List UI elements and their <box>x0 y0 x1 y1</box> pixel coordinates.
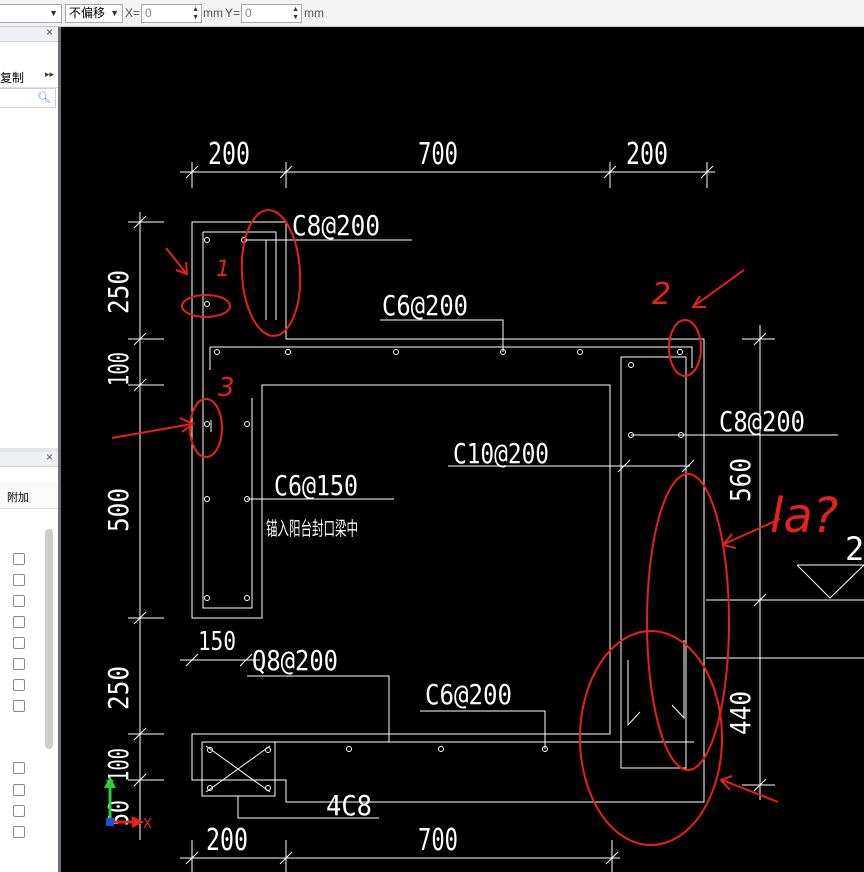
panel-header: × <box>0 25 58 42</box>
dim-bottom-700: 700 <box>418 823 458 858</box>
vertical-dimension-texts: 250 100 500 250 100 50 560 440 <box>102 270 757 826</box>
axis-y-label: Y <box>105 779 114 794</box>
label-anchor-note: 锚入阳台封口梁中 <box>266 518 358 540</box>
close-icon[interactable]: × <box>46 450 53 464</box>
panel-header-2: × <box>0 450 58 467</box>
checkbox[interactable] <box>13 679 25 691</box>
annotation-2: 2 <box>652 277 671 312</box>
toolbar: ▼ 不偏移 ▼ X= 0 ▲ ▼ mm Y= 0 ▲ ▼ mm <box>0 0 864 27</box>
checkbox[interactable] <box>13 700 25 712</box>
y-unit: mm <box>304 6 324 20</box>
label-4c8: 4C8 <box>326 789 372 822</box>
copy-tab[interactable]: 复制 <box>0 69 24 86</box>
dim-right-560: 560 <box>724 458 757 502</box>
label-c8-top: C8@200 <box>292 209 380 242</box>
chevron-down-icon: ▼ <box>110 8 119 18</box>
dim-left-100-lower: 100 <box>102 748 135 782</box>
label-c6-bottom: C6@200 <box>425 678 512 711</box>
search-input[interactable]: 🔍︎ <box>0 88 56 108</box>
x-value: 0 <box>145 6 152 20</box>
checkbox[interactable] <box>13 637 25 649</box>
table-header: 附加 <box>0 482 58 509</box>
offset-mode-dropdown[interactable]: 不偏移 ▼ <box>65 4 123 23</box>
dim-left-250: 250 <box>102 270 135 314</box>
left-panel: × 复制 ▸▸ 🔍︎ × 附加 <box>0 25 58 872</box>
x-input[interactable]: 0 ▲ ▼ <box>141 4 202 23</box>
label-c6-150: C6@150 <box>274 469 358 502</box>
spin-up-icon[interactable]: ▲ <box>192 6 199 13</box>
checkbox[interactable] <box>13 595 25 607</box>
dim-top-200-left: 200 <box>208 137 250 172</box>
axis-x-label: X <box>143 817 152 832</box>
type-dropdown[interactable]: ▼ <box>0 4 62 23</box>
dim-top-200-right: 200 <box>626 137 668 172</box>
scrollbar[interactable] <box>45 529 53 749</box>
annotation-la: la? <box>770 488 838 544</box>
spin-up-icon[interactable]: ▲ <box>292 6 299 13</box>
checkbox[interactable] <box>13 784 25 796</box>
column-header-additional: 附加 <box>7 492 29 504</box>
label-c8-right: C8@200 <box>719 405 805 438</box>
right-edge-text: 2 <box>845 530 864 568</box>
search-icon[interactable]: 🔍︎ <box>37 91 51 104</box>
double-chevron-right-icon[interactable]: ▸▸ <box>45 69 54 80</box>
checkbox[interactable] <box>13 805 25 817</box>
offset-mode-value: 不偏移 <box>69 6 106 20</box>
spin-down-icon[interactable]: ▼ <box>192 14 199 21</box>
checkbox[interactable] <box>13 553 25 565</box>
y-value: 0 <box>245 6 252 20</box>
close-icon[interactable]: × <box>46 25 53 39</box>
spin-down-icon[interactable]: ▼ <box>292 14 299 21</box>
markup-arrows <box>111 247 781 803</box>
annotation-1: 1 <box>216 257 230 282</box>
dim-top-700: 700 <box>418 137 458 172</box>
dim-bottom-200: 200 <box>206 823 248 858</box>
checkbox[interactable] <box>13 762 25 774</box>
y-label: Y= <box>225 6 241 20</box>
label-c10: C10@200 <box>453 437 549 470</box>
dim-left-250-lower: 250 <box>102 666 135 710</box>
checkbox[interactable] <box>13 574 25 586</box>
dimension-lines <box>128 162 864 872</box>
chevron-down-icon: ▼ <box>49 8 58 18</box>
dim-left-500: 500 <box>102 488 135 532</box>
checkbox[interactable] <box>13 826 25 838</box>
panel-tab-bar: 复制 ▸▸ <box>0 65 58 88</box>
y-input[interactable]: 0 ▲ ▼ <box>241 4 302 23</box>
label-c6-top: C6@200 <box>382 289 468 322</box>
checkbox[interactable] <box>13 616 25 628</box>
x-unit: mm <box>203 6 223 20</box>
label-q8: Q8@200 <box>252 644 338 677</box>
x-label: X= <box>125 6 141 20</box>
dim-right-440: 440 <box>724 691 757 735</box>
dim-150: 150 <box>198 627 236 657</box>
drawing-svg[interactable]: 200 700 200 200 700 150 2 250 100 500 25… <box>61 27 864 872</box>
drawing-canvas[interactable]: 200 700 200 200 700 150 2 250 100 500 25… <box>61 27 864 872</box>
dim-left-100: 100 <box>102 352 135 386</box>
checkbox[interactable] <box>13 658 25 670</box>
annotation-3: 3 <box>218 373 235 403</box>
